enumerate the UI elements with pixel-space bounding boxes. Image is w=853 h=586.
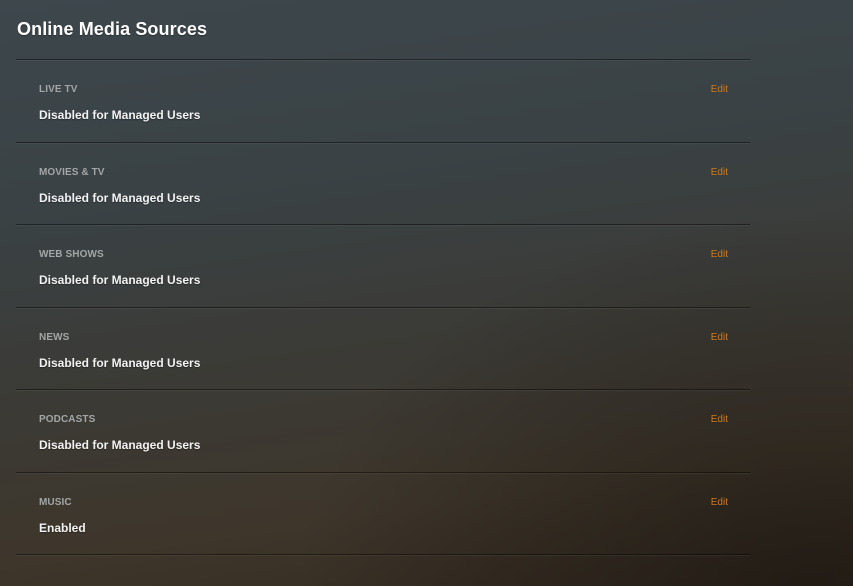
source-status: Enabled xyxy=(39,520,86,535)
settings-page: Online Media Sources LIVE TV Edit Disabl… xyxy=(0,0,853,586)
source-status: Disabled for Managed Users xyxy=(39,190,201,205)
source-row-news: NEWS Edit Disabled for Managed Users xyxy=(16,309,750,390)
source-status: Disabled for Managed Users xyxy=(39,355,201,370)
source-label: NEWS xyxy=(39,331,70,343)
source-row-podcasts: PODCASTS Edit Disabled for Managed Users xyxy=(16,391,750,472)
source-label: MUSIC xyxy=(39,496,72,508)
source-row-web-shows: WEB SHOWS Edit Disabled for Managed User… xyxy=(16,226,750,307)
source-label: MOVIES & TV xyxy=(39,166,105,178)
edit-web-shows-link[interactable]: Edit xyxy=(711,249,728,260)
page-title: Online Media Sources xyxy=(17,19,208,39)
media-sources-list: LIVE TV Edit Disabled for Managed Users … xyxy=(16,59,750,556)
edit-podcasts-link[interactable]: Edit xyxy=(711,414,728,425)
edit-live-tv-link[interactable]: Edit xyxy=(711,84,728,95)
edit-music-link[interactable]: Edit xyxy=(711,497,728,508)
divider xyxy=(16,554,750,556)
source-row-music: MUSIC Edit Enabled xyxy=(16,474,750,555)
source-status: Disabled for Managed Users xyxy=(39,438,201,452)
source-label: PODCASTS xyxy=(39,414,96,425)
source-label: LIVE TV xyxy=(39,84,78,95)
source-status: Disabled for Managed Users xyxy=(39,273,201,287)
source-row-live-tv: LIVE TV Edit Disabled for Managed Users xyxy=(16,61,750,142)
edit-news-link[interactable]: Edit xyxy=(711,332,728,343)
source-row-movies-tv: MOVIES & TV Edit Disabled for Managed Us… xyxy=(16,144,750,225)
source-status: Disabled for Managed Users xyxy=(39,108,201,122)
source-label: WEB SHOWS xyxy=(39,249,104,260)
edit-movies-tv-link[interactable]: Edit xyxy=(711,167,728,178)
